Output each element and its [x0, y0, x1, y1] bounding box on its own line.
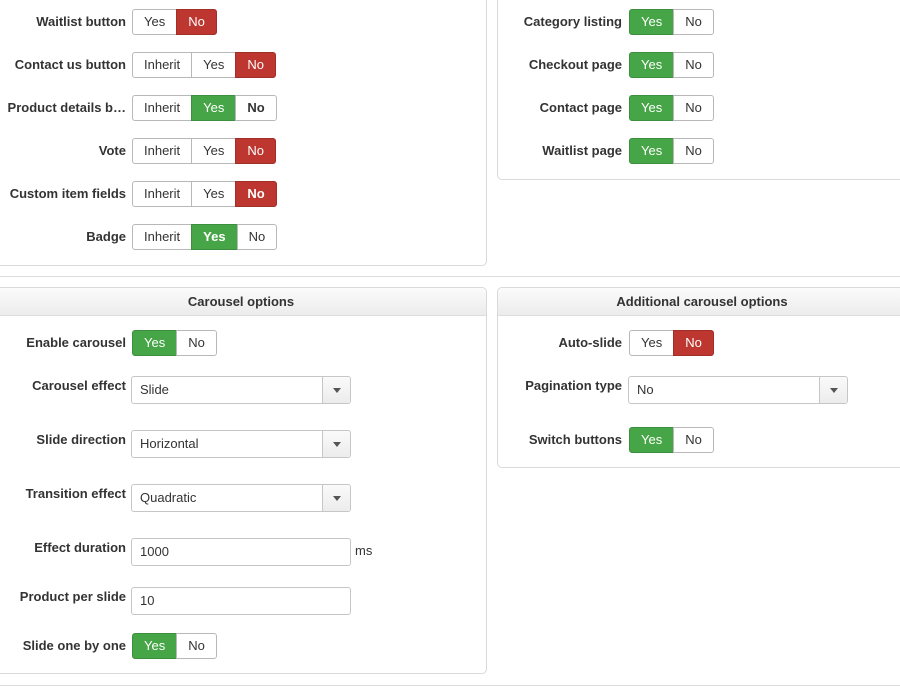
badge-label: Badge	[86, 229, 126, 244]
custom-item-fields-label: Custom item fields	[9, 186, 126, 201]
vote-label: Vote	[98, 143, 126, 158]
slide-one-by-one-toggle: Yes No	[132, 633, 217, 659]
pagination-type-label: Pagination type	[525, 378, 622, 393]
pagination-type-select[interactable]: No	[628, 376, 848, 404]
contact-us-button-no[interactable]: No	[235, 52, 276, 78]
badge-inherit[interactable]: Inherit	[132, 224, 193, 250]
carousel-effect-dropdown[interactable]	[322, 377, 350, 403]
chevron-down-icon	[830, 388, 838, 393]
slide-one-by-one-label: Slide one by one	[22, 638, 126, 653]
auto-slide-yes[interactable]: Yes	[629, 330, 675, 356]
carousel-effect-select[interactable]: Slide	[131, 376, 351, 404]
category-listing-no[interactable]: No	[673, 9, 714, 35]
auto-slide-toggle: Yes No	[629, 330, 714, 356]
carousel-effect-value: Slide	[140, 382, 169, 397]
separator-top	[0, 276, 900, 277]
transition-effect-dropdown[interactable]	[322, 485, 350, 511]
auto-slide-no[interactable]: No	[673, 330, 714, 356]
switch-buttons-yes[interactable]: Yes	[629, 427, 675, 453]
effect-duration-input[interactable]: 1000	[131, 538, 351, 566]
contact-page-label: Contact page	[539, 100, 622, 115]
switch-buttons-label: Switch buttons	[528, 432, 622, 447]
product-per-slide-label: Product per slide	[19, 589, 126, 604]
chevron-down-icon	[333, 442, 341, 447]
product-details-button-toggle: Inherit Yes No	[132, 95, 277, 121]
waitlist-page-yes[interactable]: Yes	[629, 138, 675, 164]
product-details-button-yes[interactable]: Yes	[191, 95, 237, 121]
product-details-button-label: Product details b…	[7, 100, 126, 115]
effect-duration-label: Effect duration	[34, 540, 126, 555]
checkout-page-label: Checkout page	[528, 57, 622, 72]
custom-item-fields-toggle: Inherit Yes No	[132, 181, 277, 207]
slide-one-by-one-no[interactable]: No	[176, 633, 217, 659]
checkout-page-no[interactable]: No	[673, 52, 714, 78]
badge-yes[interactable]: Yes	[191, 224, 238, 250]
waitlist-button-label: Waitlist button	[36, 14, 126, 29]
enable-carousel-toggle: Yes No	[132, 330, 217, 356]
transition-effect-label: Transition effect	[25, 486, 126, 501]
custom-item-fields-yes[interactable]: Yes	[191, 181, 237, 207]
enable-carousel-no[interactable]: No	[176, 330, 217, 356]
vote-no[interactable]: No	[235, 138, 276, 164]
waitlist-page-toggle: Yes No	[629, 138, 714, 164]
effect-duration-unit: ms	[355, 543, 373, 558]
custom-item-fields-no[interactable]: No	[235, 181, 277, 207]
enable-carousel-yes[interactable]: Yes	[132, 330, 178, 356]
contact-us-button-inherit[interactable]: Inherit	[132, 52, 193, 78]
vote-toggle: Inherit Yes No	[132, 138, 276, 164]
slide-direction-label: Slide direction	[36, 432, 126, 447]
waitlist-page-no[interactable]: No	[673, 138, 714, 164]
contact-us-button-yes[interactable]: Yes	[191, 52, 237, 78]
carousel-options-title: Carousel options	[0, 288, 486, 316]
transition-effect-select[interactable]: Quadratic	[131, 484, 351, 512]
slide-direction-value: Horizontal	[140, 436, 199, 451]
category-listing-toggle: Yes No	[629, 9, 714, 35]
switch-buttons-no[interactable]: No	[673, 427, 714, 453]
waitlist-button-yes[interactable]: Yes	[132, 9, 178, 35]
enable-carousel-label: Enable carousel	[26, 335, 126, 350]
slide-direction-dropdown[interactable]	[322, 431, 350, 457]
badge-toggle: Inherit Yes No	[132, 224, 278, 250]
product-details-button-inherit[interactable]: Inherit	[132, 95, 193, 121]
transition-effect-value: Quadratic	[140, 490, 197, 505]
contact-us-button-toggle: Inherit Yes No	[132, 52, 276, 78]
checkout-page-toggle: Yes No	[629, 52, 714, 78]
checkout-page-yes[interactable]: Yes	[629, 52, 675, 78]
vote-yes[interactable]: Yes	[191, 138, 237, 164]
slide-direction-select[interactable]: Horizontal	[131, 430, 351, 458]
contact-page-yes[interactable]: Yes	[629, 95, 675, 121]
contact-page-no[interactable]: No	[673, 95, 714, 121]
product-details-button-no[interactable]: No	[235, 95, 277, 121]
chevron-down-icon	[333, 496, 341, 501]
waitlist-page-label: Waitlist page	[542, 143, 622, 158]
additional-carousel-options-title: Additional carousel options	[498, 288, 900, 316]
switch-buttons-toggle: Yes No	[629, 427, 714, 453]
pagination-type-dropdown[interactable]	[819, 377, 847, 403]
auto-slide-label: Auto-slide	[558, 335, 622, 350]
product-per-slide-input[interactable]: 10	[131, 587, 351, 615]
separator-bottom	[0, 685, 900, 686]
waitlist-button-no[interactable]: No	[176, 9, 217, 35]
chevron-down-icon	[333, 388, 341, 393]
slide-one-by-one-yes[interactable]: Yes	[132, 633, 178, 659]
waitlist-button-toggle: Yes No	[132, 9, 217, 35]
contact-us-button-label: Contact us button	[14, 57, 126, 72]
custom-item-fields-inherit[interactable]: Inherit	[132, 181, 193, 207]
vote-inherit[interactable]: Inherit	[132, 138, 193, 164]
contact-page-toggle: Yes No	[629, 95, 714, 121]
badge-no[interactable]: No	[236, 224, 278, 250]
pagination-type-value: No	[637, 382, 654, 397]
category-listing-yes[interactable]: Yes	[629, 9, 675, 35]
category-listing-label: Category listing	[523, 14, 622, 29]
carousel-effect-label: Carousel effect	[32, 378, 126, 393]
